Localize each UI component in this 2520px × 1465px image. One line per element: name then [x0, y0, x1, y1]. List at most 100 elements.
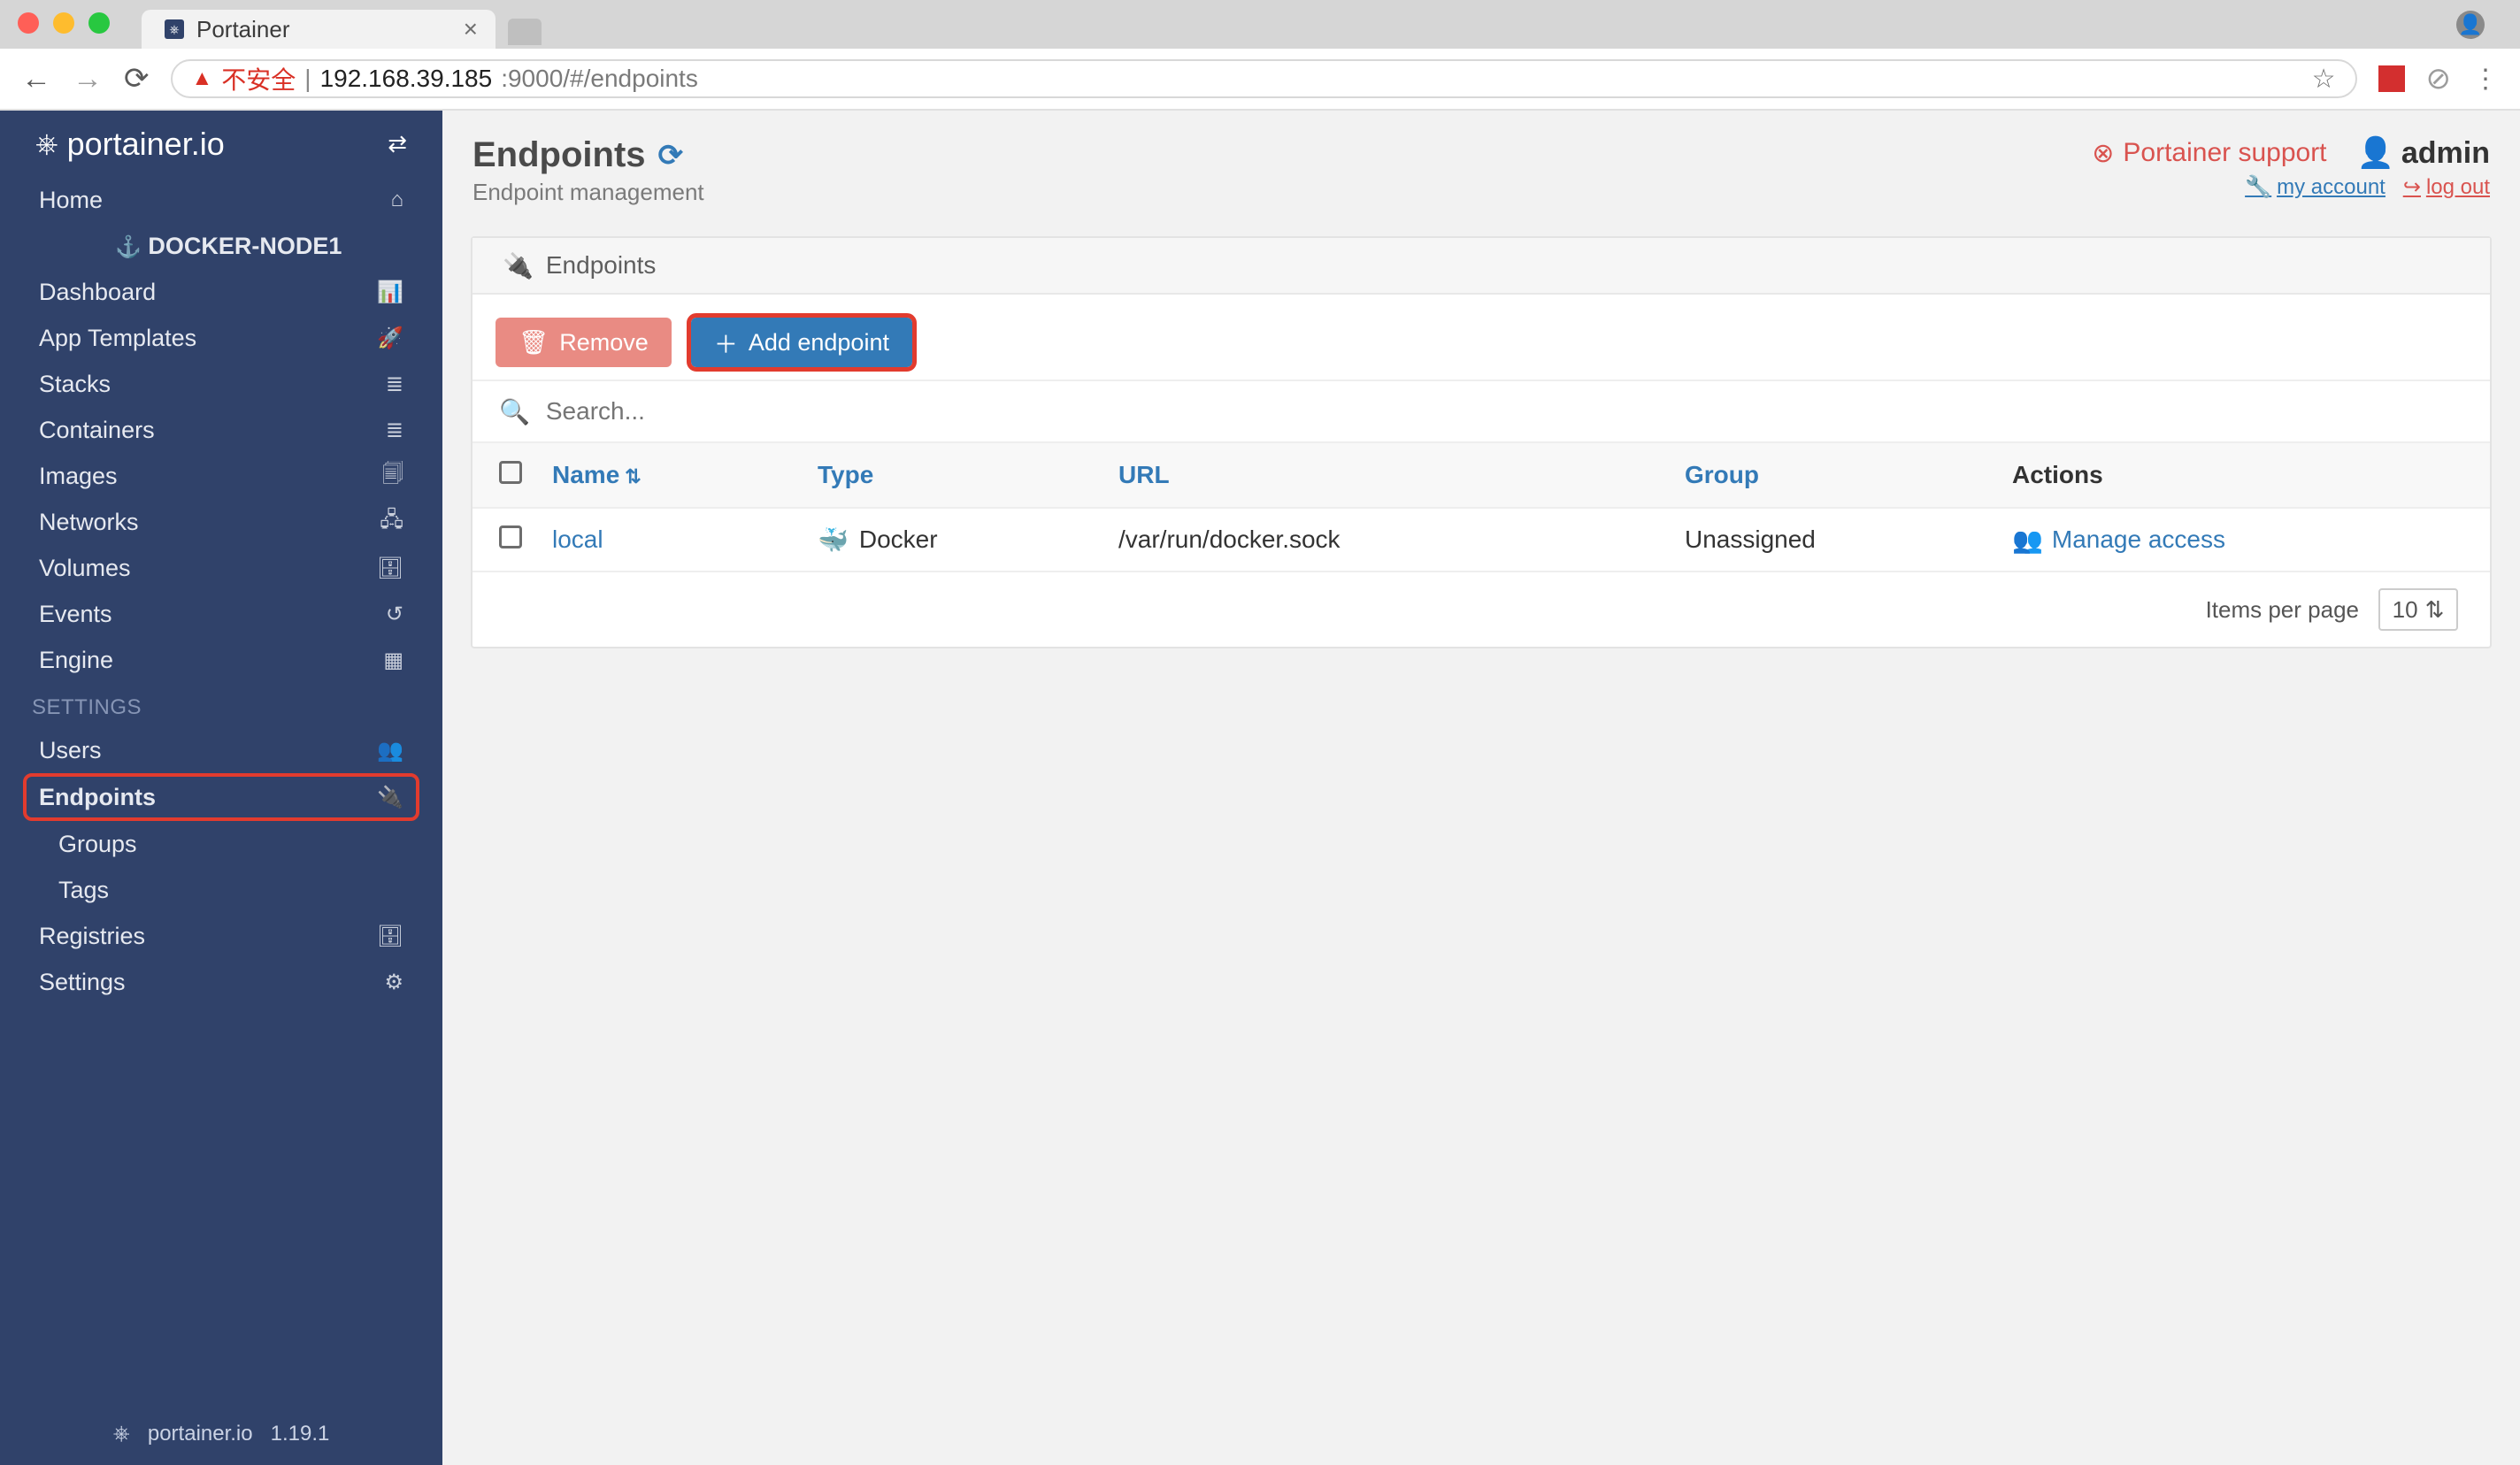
- col-actions: Actions: [2012, 461, 2463, 489]
- extension-icon[interactable]: [2378, 65, 2405, 92]
- endpoint-type: 🐳Docker: [818, 525, 1118, 555]
- row-checkbox[interactable]: [499, 525, 522, 548]
- col-group[interactable]: Group: [1685, 461, 2012, 489]
- close-tab-icon[interactable]: ×: [464, 15, 478, 43]
- plug-icon: 🔌: [503, 251, 534, 280]
- users-icon: 👥: [2012, 525, 2043, 555]
- col-url[interactable]: URL: [1118, 461, 1685, 489]
- sidebar-item-networks[interactable]: Networks🖧: [0, 499, 442, 545]
- sidebar-item-dashboard[interactable]: Dashboard📊: [0, 269, 442, 315]
- sitemap-icon: 🖧: [380, 504, 403, 541]
- history-icon: ↺: [386, 602, 403, 627]
- cogs-icon: ⚙: [384, 970, 403, 995]
- user-circle-icon: 👤: [2357, 135, 2394, 171]
- swap-icon[interactable]: ⇄: [388, 130, 407, 157]
- sidebar-item-app-templates[interactable]: App Templates🚀: [0, 315, 442, 361]
- window-controls: [18, 12, 110, 34]
- dashboard-icon: 📊: [377, 280, 403, 305]
- search-icon: 🔍: [499, 397, 530, 426]
- life-ring-icon: ⊗: [2092, 138, 2114, 169]
- add-endpoint-button[interactable]: ＋Add endpoint: [691, 318, 912, 367]
- select-all-checkbox[interactable]: [499, 461, 522, 484]
- th-icon: ▦: [383, 648, 403, 673]
- browser-menu-icon[interactable]: ⋮: [2472, 64, 2499, 95]
- sidebar-item-endpoints[interactable]: Endpoints🔌: [27, 777, 416, 817]
- plus-icon: ＋: [714, 326, 738, 360]
- list-icon: ≣: [386, 418, 403, 443]
- sidebar-item-tags[interactable]: Tags: [0, 867, 442, 913]
- content-header: Endpoints ⟳ Endpoint management ⊗Portain…: [442, 111, 2520, 215]
- manage-access-link[interactable]: 👥Manage access: [2012, 525, 2463, 555]
- profile-avatar-icon[interactable]: 👤: [2456, 11, 2485, 39]
- refresh-icon[interactable]: ⟳: [658, 138, 684, 173]
- col-name[interactable]: Name⇅: [552, 461, 818, 489]
- items-per-page-label: Items per page: [2206, 596, 2359, 624]
- widget-footer: Items per page 10⇅: [472, 571, 2490, 647]
- support-link[interactable]: ⊗Portainer support: [2092, 138, 2326, 169]
- crane-icon: ⎈: [35, 127, 58, 161]
- widget-actions: 🗑Remove ＋Add endpoint: [472, 295, 2490, 380]
- remove-button[interactable]: 🗑Remove: [496, 318, 672, 367]
- sidebar-item-events[interactable]: Events↺: [0, 591, 442, 637]
- endpoint-url: /var/run/docker.sock: [1118, 525, 1685, 554]
- page-subtitle: Endpoint management: [472, 179, 704, 206]
- wrench-icon: 🔧: [2245, 174, 2271, 200]
- plug-icon: 🔌: [377, 785, 403, 810]
- trash-icon: 🗑: [519, 328, 549, 357]
- docker-icon: 🐳: [818, 525, 849, 555]
- sidebar-item-images[interactable]: Images🗐: [0, 453, 442, 499]
- crane-icon: ⎈: [113, 1422, 130, 1446]
- bookmark-star-icon[interactable]: ☆: [2312, 64, 2336, 95]
- sidebar-item-registries[interactable]: Registries🗄: [0, 913, 442, 959]
- sidebar-item-volumes[interactable]: Volumes🗄: [0, 545, 442, 591]
- current-user: 👤admin: [2357, 135, 2490, 171]
- sidebar-item-home[interactable]: Home⌂: [0, 177, 442, 223]
- users-icon: 👥: [377, 738, 403, 763]
- my-account-link[interactable]: 🔧my account: [2245, 174, 2386, 200]
- sign-out-icon: ↪: [2403, 174, 2421, 200]
- url-bar: ← → ⟳ ▲ 不安全 | 192.168.39.185:9000/#/endp…: [0, 49, 2520, 111]
- table-header: Name⇅ Type URL Group Actions: [472, 441, 2490, 507]
- sidebar-item-users[interactable]: Users👥: [0, 727, 442, 773]
- chevron-updown-icon: ⇅: [2425, 596, 2445, 624]
- sidebar-section-settings: SETTINGS: [0, 683, 442, 727]
- sidebar-item-stacks[interactable]: Stacks≣: [0, 361, 442, 407]
- address-field[interactable]: ▲ 不安全 | 192.168.39.185:9000/#/endpoints …: [171, 59, 2357, 98]
- fullscreen-window-icon[interactable]: [88, 12, 110, 34]
- close-window-icon[interactable]: [18, 12, 39, 34]
- clone-icon: 🗐: [382, 458, 403, 495]
- sidebar-item-docker-node[interactable]: ⚓ DOCKER-NODE1: [0, 223, 442, 269]
- list-icon: ≣: [386, 372, 403, 397]
- extension-icon-2[interactable]: ⊘: [2426, 61, 2452, 96]
- sidebar: ⎈portainer.io ⇄ Home⌂ ⚓ DOCKER-NODE1 Das…: [0, 111, 442, 1465]
- sidebar-item-containers[interactable]: Containers≣: [0, 407, 442, 453]
- sidebar-item-groups[interactable]: Groups: [0, 821, 442, 867]
- database-icon: 🗄: [377, 924, 403, 949]
- items-per-page-select[interactable]: 10⇅: [2378, 588, 2458, 631]
- back-button[interactable]: ←: [21, 62, 51, 96]
- url-host: 192.168.39.185: [320, 65, 493, 93]
- search-bar: 🔍: [472, 380, 2490, 441]
- anchor-icon: ⚓: [115, 235, 142, 259]
- endpoint-name-link[interactable]: local: [552, 525, 818, 554]
- favicon-icon: ⎈: [165, 19, 184, 39]
- endpoints-widget: 🔌 Endpoints 🗑Remove ＋Add endpoint 🔍 Name…: [471, 236, 2492, 648]
- sidebar-item-settings[interactable]: Settings⚙: [0, 959, 442, 1005]
- browser-tab[interactable]: ⎈ Portainer ×: [142, 10, 496, 49]
- col-type[interactable]: Type: [818, 461, 1118, 489]
- sidebar-footer: ⎈ portainer.io 1.19.1: [0, 1403, 442, 1465]
- warning-icon: ▲: [192, 66, 213, 91]
- reload-button[interactable]: ⟳: [124, 61, 150, 96]
- app-root: ⎈portainer.io ⇄ Home⌂ ⚓ DOCKER-NODE1 Das…: [0, 111, 2520, 1465]
- database-icon: 🗄: [377, 556, 403, 581]
- content: Endpoints ⟳ Endpoint management ⊗Portain…: [442, 111, 2520, 1465]
- logout-link[interactable]: ↪log out: [2403, 174, 2490, 200]
- search-input[interactable]: [546, 397, 2463, 426]
- forward-button[interactable]: →: [73, 62, 103, 96]
- sort-icon: ⇅: [625, 465, 641, 487]
- minimize-window-icon[interactable]: [53, 12, 74, 34]
- widget-title: Endpoints: [546, 251, 657, 280]
- sidebar-item-engine[interactable]: Engine▦: [0, 637, 442, 683]
- new-tab-button[interactable]: [508, 19, 542, 45]
- page-title: Endpoints ⟳: [472, 135, 704, 175]
